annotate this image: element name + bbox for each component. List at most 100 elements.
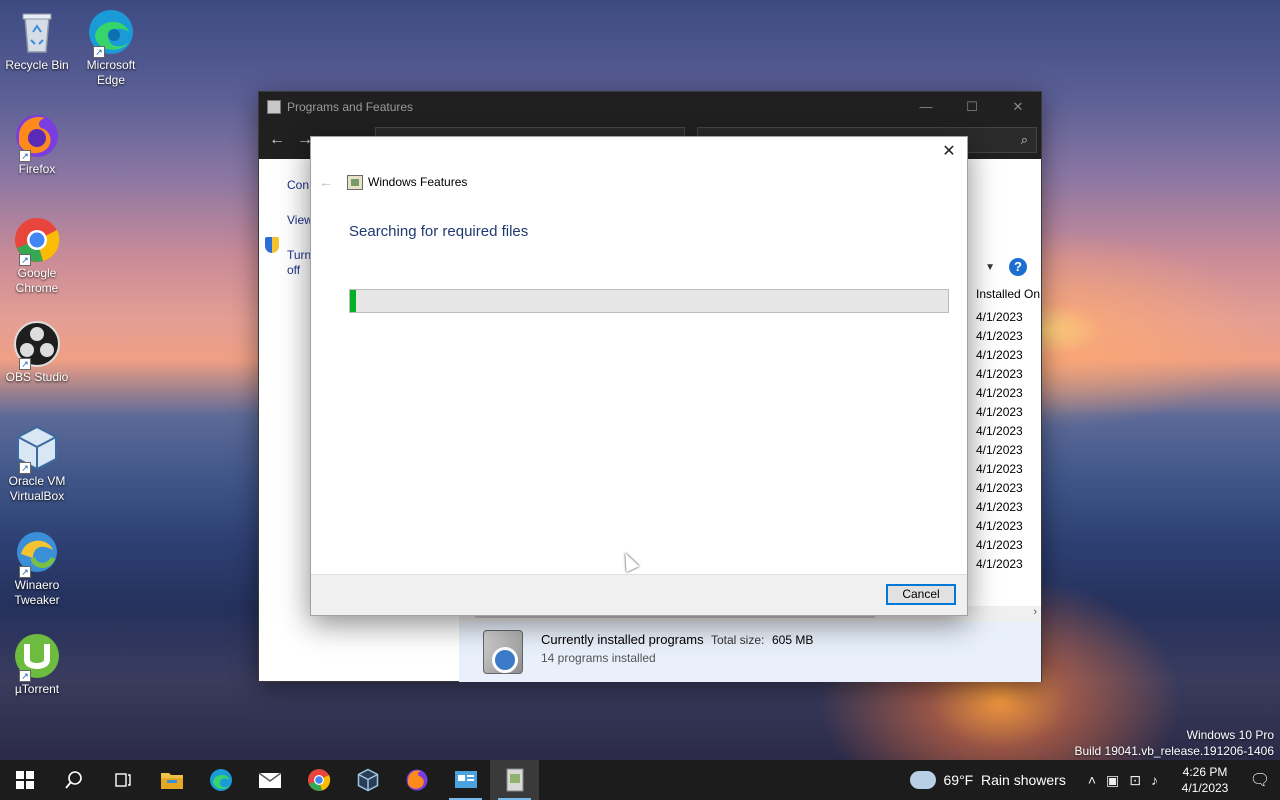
sidebar-link-control-panel-home[interactable]: Con (287, 178, 313, 193)
windows-features-icon (506, 768, 523, 792)
windows-features-dialog: ✕ ← Windows Features Searching for requi… (310, 136, 968, 616)
desktop-icon-label: Edge (96, 73, 126, 87)
desktop-icon-label: µTorrent (14, 682, 60, 696)
dialog-footer: Cancel (311, 574, 967, 615)
status-title: Currently installed programs (541, 632, 704, 647)
volume-icon[interactable]: ♪ (1151, 772, 1158, 789)
edge-taskbar-button[interactable] (196, 760, 245, 800)
virtualbox-taskbar-button[interactable] (343, 760, 392, 800)
table-cell-date: 4/1/2023 (976, 462, 1023, 476)
desktop-icon-winaero-tweaker[interactable]: ↗ Winaero Tweaker (4, 528, 70, 608)
shortcut-arrow-icon: ↗ (19, 150, 31, 162)
table-cell-date: 4/1/2023 (976, 329, 1023, 343)
windows-logo-icon (15, 771, 34, 789)
desktop-icon-edge[interactable]: ↗ Microsoft Edge (78, 8, 144, 88)
search-icon: ⌕ (1020, 132, 1028, 147)
shortcut-arrow-icon: ↗ (19, 254, 31, 266)
weather-widget[interactable]: 69°F Rain showers (944, 772, 1066, 788)
close-icon[interactable]: ✕ (939, 142, 959, 162)
table-cell-date: 4/1/2023 (976, 310, 1023, 324)
folder-icon (160, 773, 183, 789)
window-titlebar[interactable]: Programs and Features — ☐ ✕ (259, 92, 1041, 121)
table-cell-date: 4/1/2023 (976, 424, 1023, 438)
desktop-icon-firefox[interactable]: ↗ Firefox (4, 112, 70, 177)
windows-features-taskbar-button[interactable] (490, 760, 539, 800)
desktop-icon-utorrent[interactable]: ↗ µTorrent (4, 632, 70, 697)
close-button[interactable]: ✕ (995, 92, 1041, 121)
clock[interactable]: 4:26 PM 4/1/2023 (1170, 764, 1240, 796)
chrome-taskbar-button[interactable] (294, 760, 343, 800)
chevron-up-icon[interactable]: ˄ (1088, 772, 1096, 789)
start-button[interactable] (0, 760, 49, 800)
shortcut-arrow-icon: ↗ (19, 358, 31, 370)
network-icon[interactable]: ⊡ (1129, 772, 1141, 789)
winaero-tweaker-icon: ↗ (13, 528, 61, 578)
sidebar-tasks: Con View Turn off (287, 178, 313, 298)
sidebar-link-label: off (287, 263, 301, 277)
desktop-icon-recycle-bin[interactable]: Recycle Bin (4, 8, 70, 73)
desktop-icon-label: Recycle Bin (5, 58, 69, 72)
table-cell-date: 4/1/2023 (976, 500, 1023, 514)
search-button[interactable] (49, 760, 98, 800)
dialog-heading: Searching for required files (349, 223, 529, 240)
notification-center-icon[interactable]: 🗨 (1240, 770, 1280, 790)
task-view-button[interactable] (98, 760, 147, 800)
meet-now-icon[interactable]: ▣ (1106, 772, 1119, 789)
total-size-value: 605 MB (772, 633, 814, 647)
sidebar-link-turn-features[interactable]: Turn off (287, 248, 313, 278)
table-cell-date: 4/1/2023 (976, 443, 1023, 457)
desktop-icon-chrome[interactable]: ↗ Google Chrome (4, 216, 70, 296)
taskbar: 69°F Rain showers ˄ ▣ ⊡ ♪ 4:26 PM 4/1/20… (0, 760, 1280, 800)
file-explorer-button[interactable] (147, 760, 196, 800)
control-panel-taskbar-button[interactable] (441, 760, 490, 800)
maximize-button[interactable]: ☐ (949, 92, 995, 121)
windows-features-icon (347, 175, 363, 190)
desktop-icon-label: Chrome (15, 281, 59, 295)
control-panel-icon (267, 99, 281, 114)
minimize-button[interactable]: — (903, 92, 949, 121)
uac-shield-icon (265, 237, 279, 253)
shortcut-arrow-icon: ↗ (19, 566, 31, 578)
windows-watermark: Windows 10 Pro Build 19041.vb_release.19… (1075, 727, 1275, 759)
desktop-icon-label: Tweaker (14, 593, 60, 607)
virtualbox-icon (357, 768, 378, 792)
search-icon (64, 771, 82, 789)
shortcut-arrow-icon: ↗ (19, 462, 31, 474)
cancel-button[interactable]: Cancel (886, 584, 956, 605)
back-arrow-icon[interactable]: ← (269, 131, 297, 149)
mail-icon (258, 772, 281, 788)
dialog-title: Windows Features (368, 175, 468, 189)
desktop-icon-label: Winaero (14, 578, 60, 592)
window-title: Programs and Features (287, 99, 414, 114)
watermark-edition: Windows 10 Pro (1186, 728, 1274, 742)
table-cell-date: 4/1/2023 (976, 367, 1023, 381)
table-cell-date: 4/1/2023 (976, 538, 1023, 552)
progress-bar (349, 289, 949, 313)
firefox-taskbar-button[interactable] (392, 760, 441, 800)
sidebar-link-view-updates[interactable]: View (287, 213, 313, 228)
shortcut-arrow-icon: ↗ (19, 670, 31, 682)
system-tray: 69°F Rain showers ˄ ▣ ⊡ ♪ 4:26 PM 4/1/20… (909, 760, 1280, 800)
table-cell-date: 4/1/2023 (976, 519, 1023, 533)
progress-fill (350, 290, 356, 312)
utorrent-icon: ↗ (13, 632, 61, 682)
table-cell-date: 4/1/2023 (976, 481, 1023, 495)
table-cell-date: 4/1/2023 (976, 557, 1023, 571)
mail-taskbar-button[interactable] (245, 760, 294, 800)
installed-programs-icon (483, 630, 523, 674)
total-size-label: Total size: (711, 633, 765, 647)
table-cell-date: 4/1/2023 (976, 348, 1023, 362)
shortcut-arrow-icon: ↗ (93, 46, 105, 58)
task-view-icon (114, 773, 131, 787)
desktop-icon-label: OBS Studio (5, 370, 69, 384)
recycle-bin-icon (13, 8, 61, 56)
desktop-icon-obs[interactable]: ↗ OBS Studio (4, 320, 70, 385)
view-options-dropdown[interactable]: ▼ (985, 262, 995, 273)
tray-icons: ˄ ▣ ⊡ ♪ (1088, 772, 1158, 789)
column-header-installed-on[interactable]: Installed On (976, 287, 1040, 301)
help-icon[interactable]: ? (1009, 258, 1027, 276)
watermark-build: Build 19041.vb_release.191206-1406 (1074, 744, 1275, 758)
back-arrow-icon: ← (319, 174, 333, 190)
desktop-icon-virtualbox[interactable]: ↗ Oracle VM VirtualBox (4, 424, 70, 504)
scroll-right-icon[interactable]: › (1033, 606, 1037, 618)
